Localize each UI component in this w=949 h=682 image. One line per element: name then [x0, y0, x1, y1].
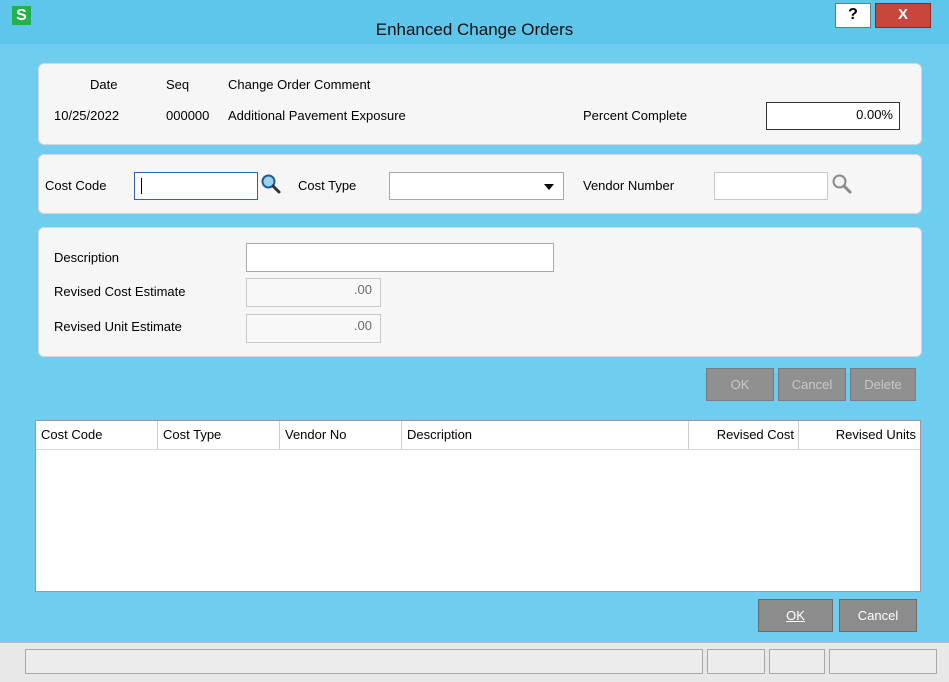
change-order-lines-grid[interactable]: Cost Code Cost Type Vendor No Descriptio…: [35, 420, 921, 592]
ok-button-label: OK: [786, 608, 805, 623]
cost-code-input[interactable]: [134, 172, 258, 200]
status-panel-2: [707, 649, 765, 674]
text-cursor: [141, 178, 142, 194]
cost-type-select[interactable]: [389, 172, 564, 200]
vendor-number-input[interactable]: [714, 172, 828, 200]
title-bar: S Enhanced Change Orders ? X: [0, 0, 949, 44]
change-orders-window: S Enhanced Change Orders ? X Date Seq Ch…: [0, 0, 949, 682]
grid-header-cost-type[interactable]: Cost Type: [158, 421, 280, 449]
cancel-button-label: Cancel: [857, 608, 899, 623]
vendor-number-label: Vendor Number: [583, 178, 675, 193]
grid-header-description[interactable]: Description: [402, 421, 689, 449]
cost-type-label: Cost Type: [298, 178, 357, 193]
close-button[interactable]: X: [875, 3, 931, 28]
revised-cost-estimate-field[interactable]: .00: [246, 278, 381, 307]
comment-value: Additional Pavement Exposure: [228, 108, 406, 123]
line-delete-button[interactable]: Delete: [850, 368, 916, 401]
date-value: 10/25/2022: [54, 108, 120, 123]
help-button[interactable]: ?: [835, 3, 871, 28]
date-column-label: Date: [90, 77, 118, 92]
status-panel-4: [829, 649, 937, 674]
cancel-button[interactable]: Cancel: [839, 599, 917, 632]
revised-unit-estimate-label: Revised Unit Estimate: [54, 319, 182, 334]
ok-button[interactable]: OK: [758, 599, 833, 632]
line-cancel-button[interactable]: Cancel: [778, 368, 846, 401]
revised-cost-estimate-label: Revised Cost Estimate: [54, 284, 186, 299]
chevron-down-icon: [544, 184, 554, 190]
comment-column-label: Change Order Comment: [228, 77, 371, 92]
grid-header-vendor-no[interactable]: Vendor No: [280, 421, 402, 449]
description-label: Description: [54, 250, 120, 265]
grid-header-cost-code[interactable]: Cost Code: [36, 421, 158, 449]
description-input[interactable]: [246, 243, 554, 272]
status-panel-main: [25, 649, 703, 674]
grid-header: Cost Code Cost Type Vendor No Descriptio…: [36, 421, 920, 450]
cost-code-label: Cost Code: [45, 178, 107, 193]
vendor-search-icon[interactable]: [831, 173, 853, 195]
line-ok-button[interactable]: OK: [706, 368, 774, 401]
seq-column-label: Seq: [166, 77, 190, 92]
percent-complete-field[interactable]: 0.00%: [766, 102, 900, 130]
status-panel-3: [769, 649, 825, 674]
revised-unit-estimate-field[interactable]: .00: [246, 314, 381, 343]
grid-header-revised-units[interactable]: Revised Units: [799, 421, 920, 449]
seq-value: 000000: [166, 108, 210, 123]
window-title: Enhanced Change Orders: [375, 20, 574, 39]
search-icon[interactable]: [260, 173, 282, 195]
grid-header-revised-cost[interactable]: Revised Cost: [689, 421, 799, 449]
percent-complete-label: Percent Complete: [583, 108, 688, 123]
